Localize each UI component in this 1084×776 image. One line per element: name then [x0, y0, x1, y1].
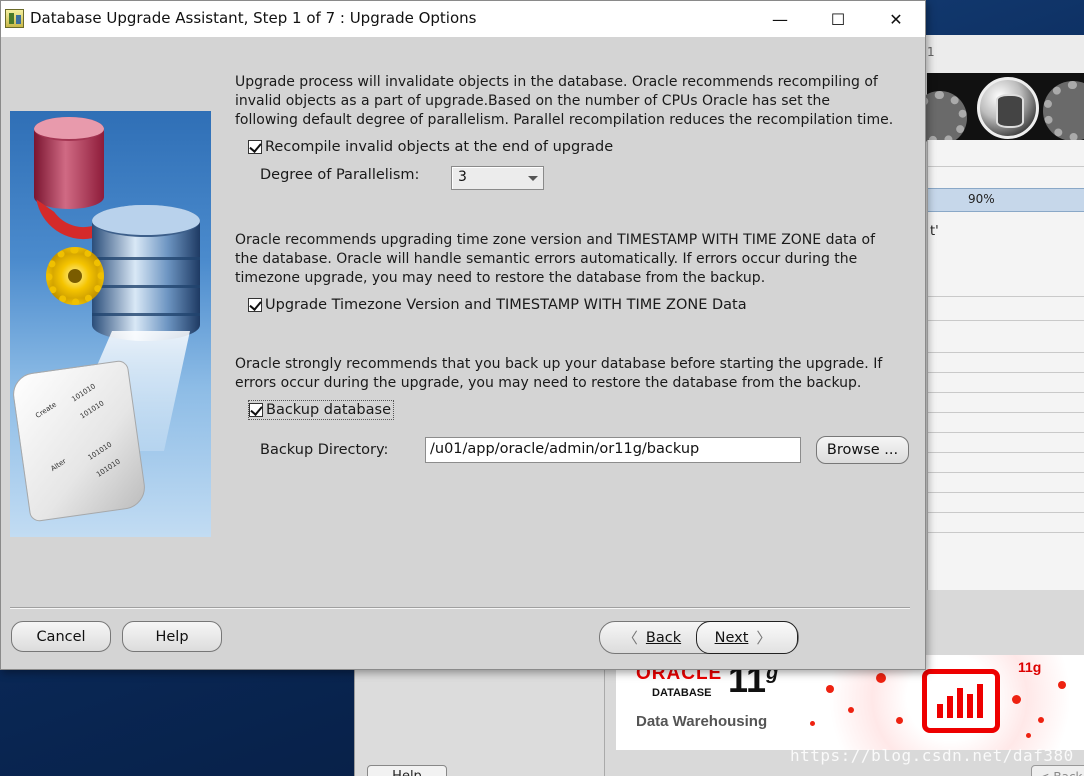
backup-directory-label: Backup Directory:: [260, 442, 389, 458]
title-bar: Database Upgrade Assistant, Step 1 of 7 …: [1, 1, 925, 37]
background-text-fragment: t': [930, 224, 939, 239]
window-title: Database Upgrade Assistant, Step 1 of 7 …: [30, 9, 477, 27]
progress-text: 90%: [968, 192, 995, 206]
checkbox-checked-icon[interactable]: [248, 298, 262, 312]
parallelism-select[interactable]: 3: [451, 166, 544, 190]
oracle-corner-version: 11g: [1018, 659, 1042, 675]
navigation-buttons: 〈 Back Next 〉: [599, 621, 799, 654]
recompile-section: Upgrade process will invalidate objects …: [235, 73, 915, 130]
scroll-number: 101010: [86, 440, 114, 462]
browse-button-label: Browse ...: [826, 442, 899, 458]
chevron-left-icon: 〈: [622, 629, 638, 647]
maximize-button[interactable]: ☐: [809, 1, 867, 37]
close-icon: ✕: [889, 9, 903, 29]
chevron-down-icon: [528, 176, 538, 181]
recompile-description: Upgrade process will invalidate objects …: [235, 74, 894, 128]
sql-scroll-icon: Create 101010 101010 Alter 101010 101010: [10, 359, 148, 523]
upgrade-illustration: Create 101010 101010 Alter 101010 101010: [10, 111, 211, 537]
cancel-button-label: Cancel: [36, 628, 86, 645]
backup-checkbox[interactable]: Backup database: [248, 400, 394, 420]
chevron-right-icon: 〉: [756, 629, 772, 647]
gear-icon: [1043, 81, 1084, 141]
timezone-checkbox-label: Upgrade Timezone Version and TIMESTAMP W…: [265, 297, 747, 313]
timezone-section: Oracle recommends upgrading time zone ve…: [235, 231, 915, 288]
scroll-word: Create: [34, 400, 58, 420]
maximize-icon: ☐: [830, 9, 846, 29]
background-back-button[interactable]: < Back: [1031, 765, 1084, 776]
scroll-number: 101010: [70, 382, 98, 404]
cancel-button[interactable]: Cancel: [11, 621, 111, 652]
next-button-label: Next: [714, 629, 749, 646]
oracle-product: DATABASE: [652, 687, 712, 699]
target-database-icon: [92, 205, 200, 341]
scroll-word: Alter: [49, 457, 68, 473]
backup-checkbox-label: Backup database: [266, 402, 391, 418]
parallelism-value: 3: [458, 169, 467, 185]
recompile-checkbox[interactable]: Recompile invalid objects at the end of …: [248, 137, 613, 157]
close-button[interactable]: ✕: [867, 1, 925, 37]
database-icon: [977, 77, 1039, 139]
backup-section: Oracle strongly recommends that you back…: [235, 355, 915, 393]
browse-button[interactable]: Browse ...: [816, 436, 909, 464]
minimize-icon: —: [772, 9, 788, 29]
watermark: https://blog.csdn.net/daf380: [790, 746, 1074, 765]
chart-icon: [922, 669, 1000, 733]
background-digit: 1: [927, 45, 935, 59]
scroll-number: 101010: [78, 399, 106, 421]
scroll-number: 101010: [95, 457, 122, 479]
help-button[interactable]: Help: [122, 621, 222, 652]
upgrade-options-dialog: Database Upgrade Assistant, Step 1 of 7 …: [0, 0, 926, 670]
help-button-label: Help: [155, 628, 189, 645]
next-button[interactable]: Next 〉: [696, 621, 798, 654]
background-progress-panel: 90% t': [927, 140, 1084, 590]
timezone-checkbox[interactable]: Upgrade Timezone Version and TIMESTAMP W…: [248, 295, 747, 315]
backup-directory-input[interactable]: /u01/app/oracle/admin/or11g/backup: [425, 437, 801, 463]
minimize-button[interactable]: —: [751, 1, 809, 37]
app-icon: [5, 9, 24, 28]
back-button-label: Back: [645, 629, 682, 646]
recompile-checkbox-label: Recompile invalid objects at the end of …: [265, 139, 614, 155]
background-help-button[interactable]: Help: [367, 765, 447, 776]
progress-bar: 90%: [928, 188, 1084, 212]
backup-description: Oracle strongly recommends that you back…: [235, 356, 883, 391]
background-lower-panel: [355, 670, 605, 776]
parallelism-label: Degree of Parallelism:: [260, 167, 420, 183]
gear-icon: [46, 247, 104, 305]
oracle-edition: Data Warehousing: [636, 713, 768, 730]
checkbox-checked-icon[interactable]: [249, 403, 263, 417]
timezone-description: Oracle recommends upgrading time zone ve…: [235, 232, 876, 286]
footer-separator: [10, 607, 910, 609]
checkbox-checked-icon[interactable]: [248, 140, 262, 154]
back-button[interactable]: 〈 Back: [600, 622, 696, 653]
